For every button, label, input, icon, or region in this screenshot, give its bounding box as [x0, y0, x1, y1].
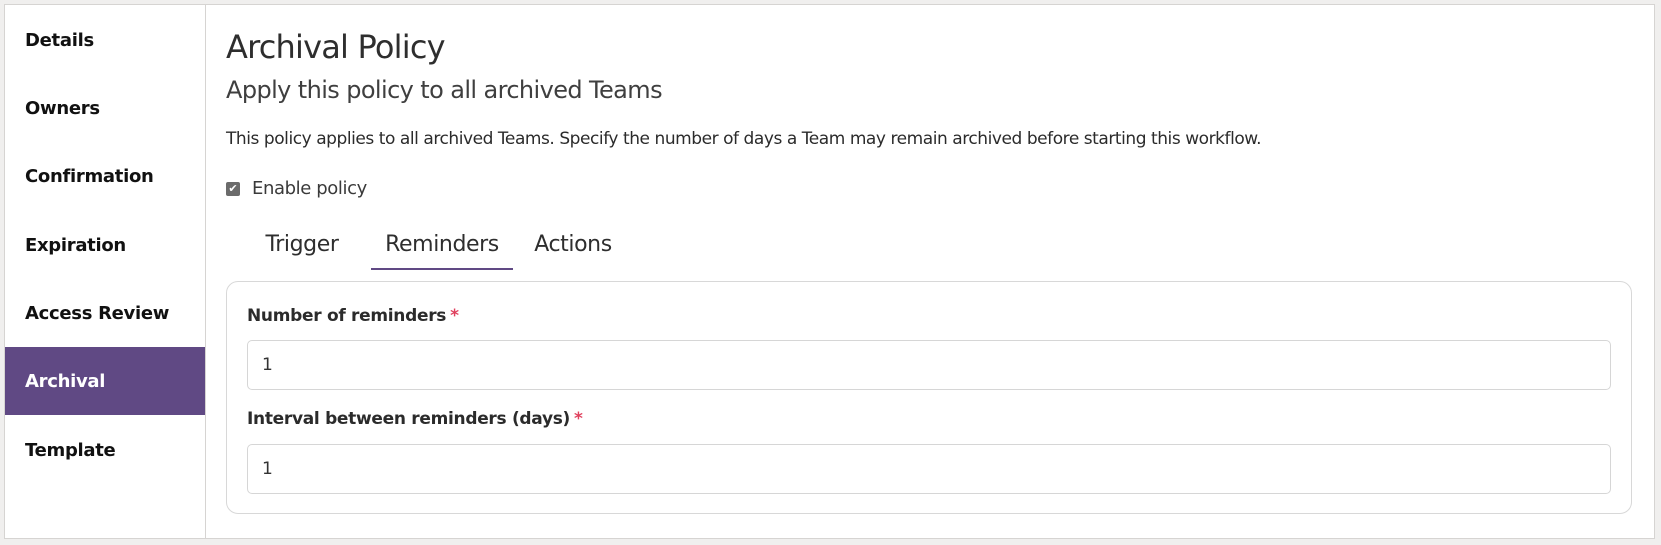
sidebar-item-archival[interactable]: Archival: [5, 347, 205, 415]
reminders-card: Number of reminders* Interval between re…: [226, 281, 1632, 514]
sidebar-item-label: Details: [25, 29, 94, 51]
enable-policy-checkbox[interactable]: ✔: [226, 181, 240, 196]
page-subtitle: Apply this policy to all archived Teams: [226, 76, 663, 104]
sidebar-item-label: Access Review: [25, 302, 170, 324]
tab-trigger[interactable]: Trigger: [246, 230, 358, 270]
enable-policy-toggle[interactable]: ✔ Enable policy: [226, 178, 367, 199]
sidebar-item-owners[interactable]: Owners: [5, 74, 205, 142]
tab-reminders[interactable]: Reminders: [371, 230, 513, 270]
interval-between-reminders-input[interactable]: [247, 444, 1611, 494]
required-indicator: *: [574, 409, 583, 429]
number-of-reminders-label: Number of reminders *: [247, 306, 459, 326]
check-icon: ✔: [228, 182, 238, 195]
field-label-text: Number of reminders: [247, 306, 447, 326]
sidebar-item-label: Confirmation: [25, 165, 154, 187]
sidebar-nav: Details Owners Confirmation Expiration A…: [5, 5, 206, 538]
sidebar-item-label: Expiration: [25, 234, 126, 256]
interval-between-reminders-label: Interval between reminders (days) *: [247, 409, 583, 429]
sidebar-item-label: Template: [25, 439, 116, 461]
tab-actions[interactable]: Actions: [518, 230, 628, 270]
field-label-text: Interval between reminders (days): [247, 409, 571, 429]
tab-label: Reminders: [385, 232, 499, 257]
required-indicator: *: [450, 306, 459, 326]
sidebar-item-expiration[interactable]: Expiration: [5, 211, 205, 279]
enable-policy-label: Enable policy: [252, 178, 367, 199]
sidebar-item-details[interactable]: Details: [5, 6, 205, 74]
tab-label: Trigger: [265, 232, 339, 257]
policy-description: This policy applies to all archived Team…: [226, 129, 1262, 149]
number-of-reminders-input[interactable]: [247, 340, 1611, 390]
page-title: Archival Policy: [226, 28, 446, 66]
sidebar-item-template[interactable]: Template: [5, 416, 205, 484]
sidebar-item-label: Archival: [25, 370, 106, 392]
sidebar-item-access-review[interactable]: Access Review: [5, 279, 205, 347]
tab-label: Actions: [534, 232, 612, 257]
sidebar-item-confirmation[interactable]: Confirmation: [5, 142, 205, 210]
sidebar-item-label: Owners: [25, 97, 100, 119]
